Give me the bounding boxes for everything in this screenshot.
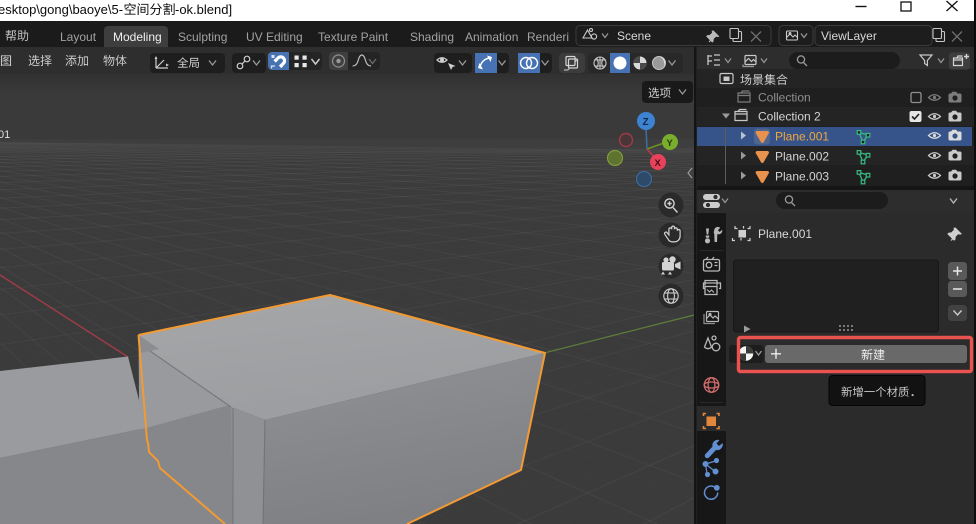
svg-text:Texture Paint: Texture Paint <box>318 30 389 44</box>
svg-text:Collection: Collection <box>758 91 811 105</box>
svg-text:Animation: Animation <box>465 30 518 44</box>
svg-text:Scene: Scene <box>617 29 651 43</box>
svg-text:Collection 2: Collection 2 <box>758 110 821 124</box>
svg-text:esktop\gong\baoye\5-: esktop\gong\baoye\5- <box>0 2 123 17</box>
svg-text:Plane.001: Plane.001 <box>775 130 829 144</box>
svg-text:X: X <box>655 158 662 169</box>
svg-text:Y: Y <box>667 138 674 149</box>
svg-text:Plane.003: Plane.003 <box>775 170 829 184</box>
svg-text:Renderi: Renderi <box>527 30 569 44</box>
svg-text:Shading: Shading <box>410 30 454 44</box>
svg-text:UV Editing: UV Editing <box>246 30 303 44</box>
svg-text:ViewLayer: ViewLayer <box>821 29 877 43</box>
svg-text:Sculpting: Sculpting <box>178 30 227 44</box>
svg-text:Plane.002: Plane.002 <box>775 150 829 164</box>
svg-text:01: 01 <box>0 129 10 141</box>
svg-text:-ok.blend]: -ok.blend] <box>175 2 232 17</box>
svg-text:Z: Z <box>643 117 649 128</box>
svg-text:Modeling: Modeling <box>113 30 162 44</box>
svg-text:Plane.001: Plane.001 <box>758 227 812 241</box>
svg-text:Layout: Layout <box>60 30 97 44</box>
